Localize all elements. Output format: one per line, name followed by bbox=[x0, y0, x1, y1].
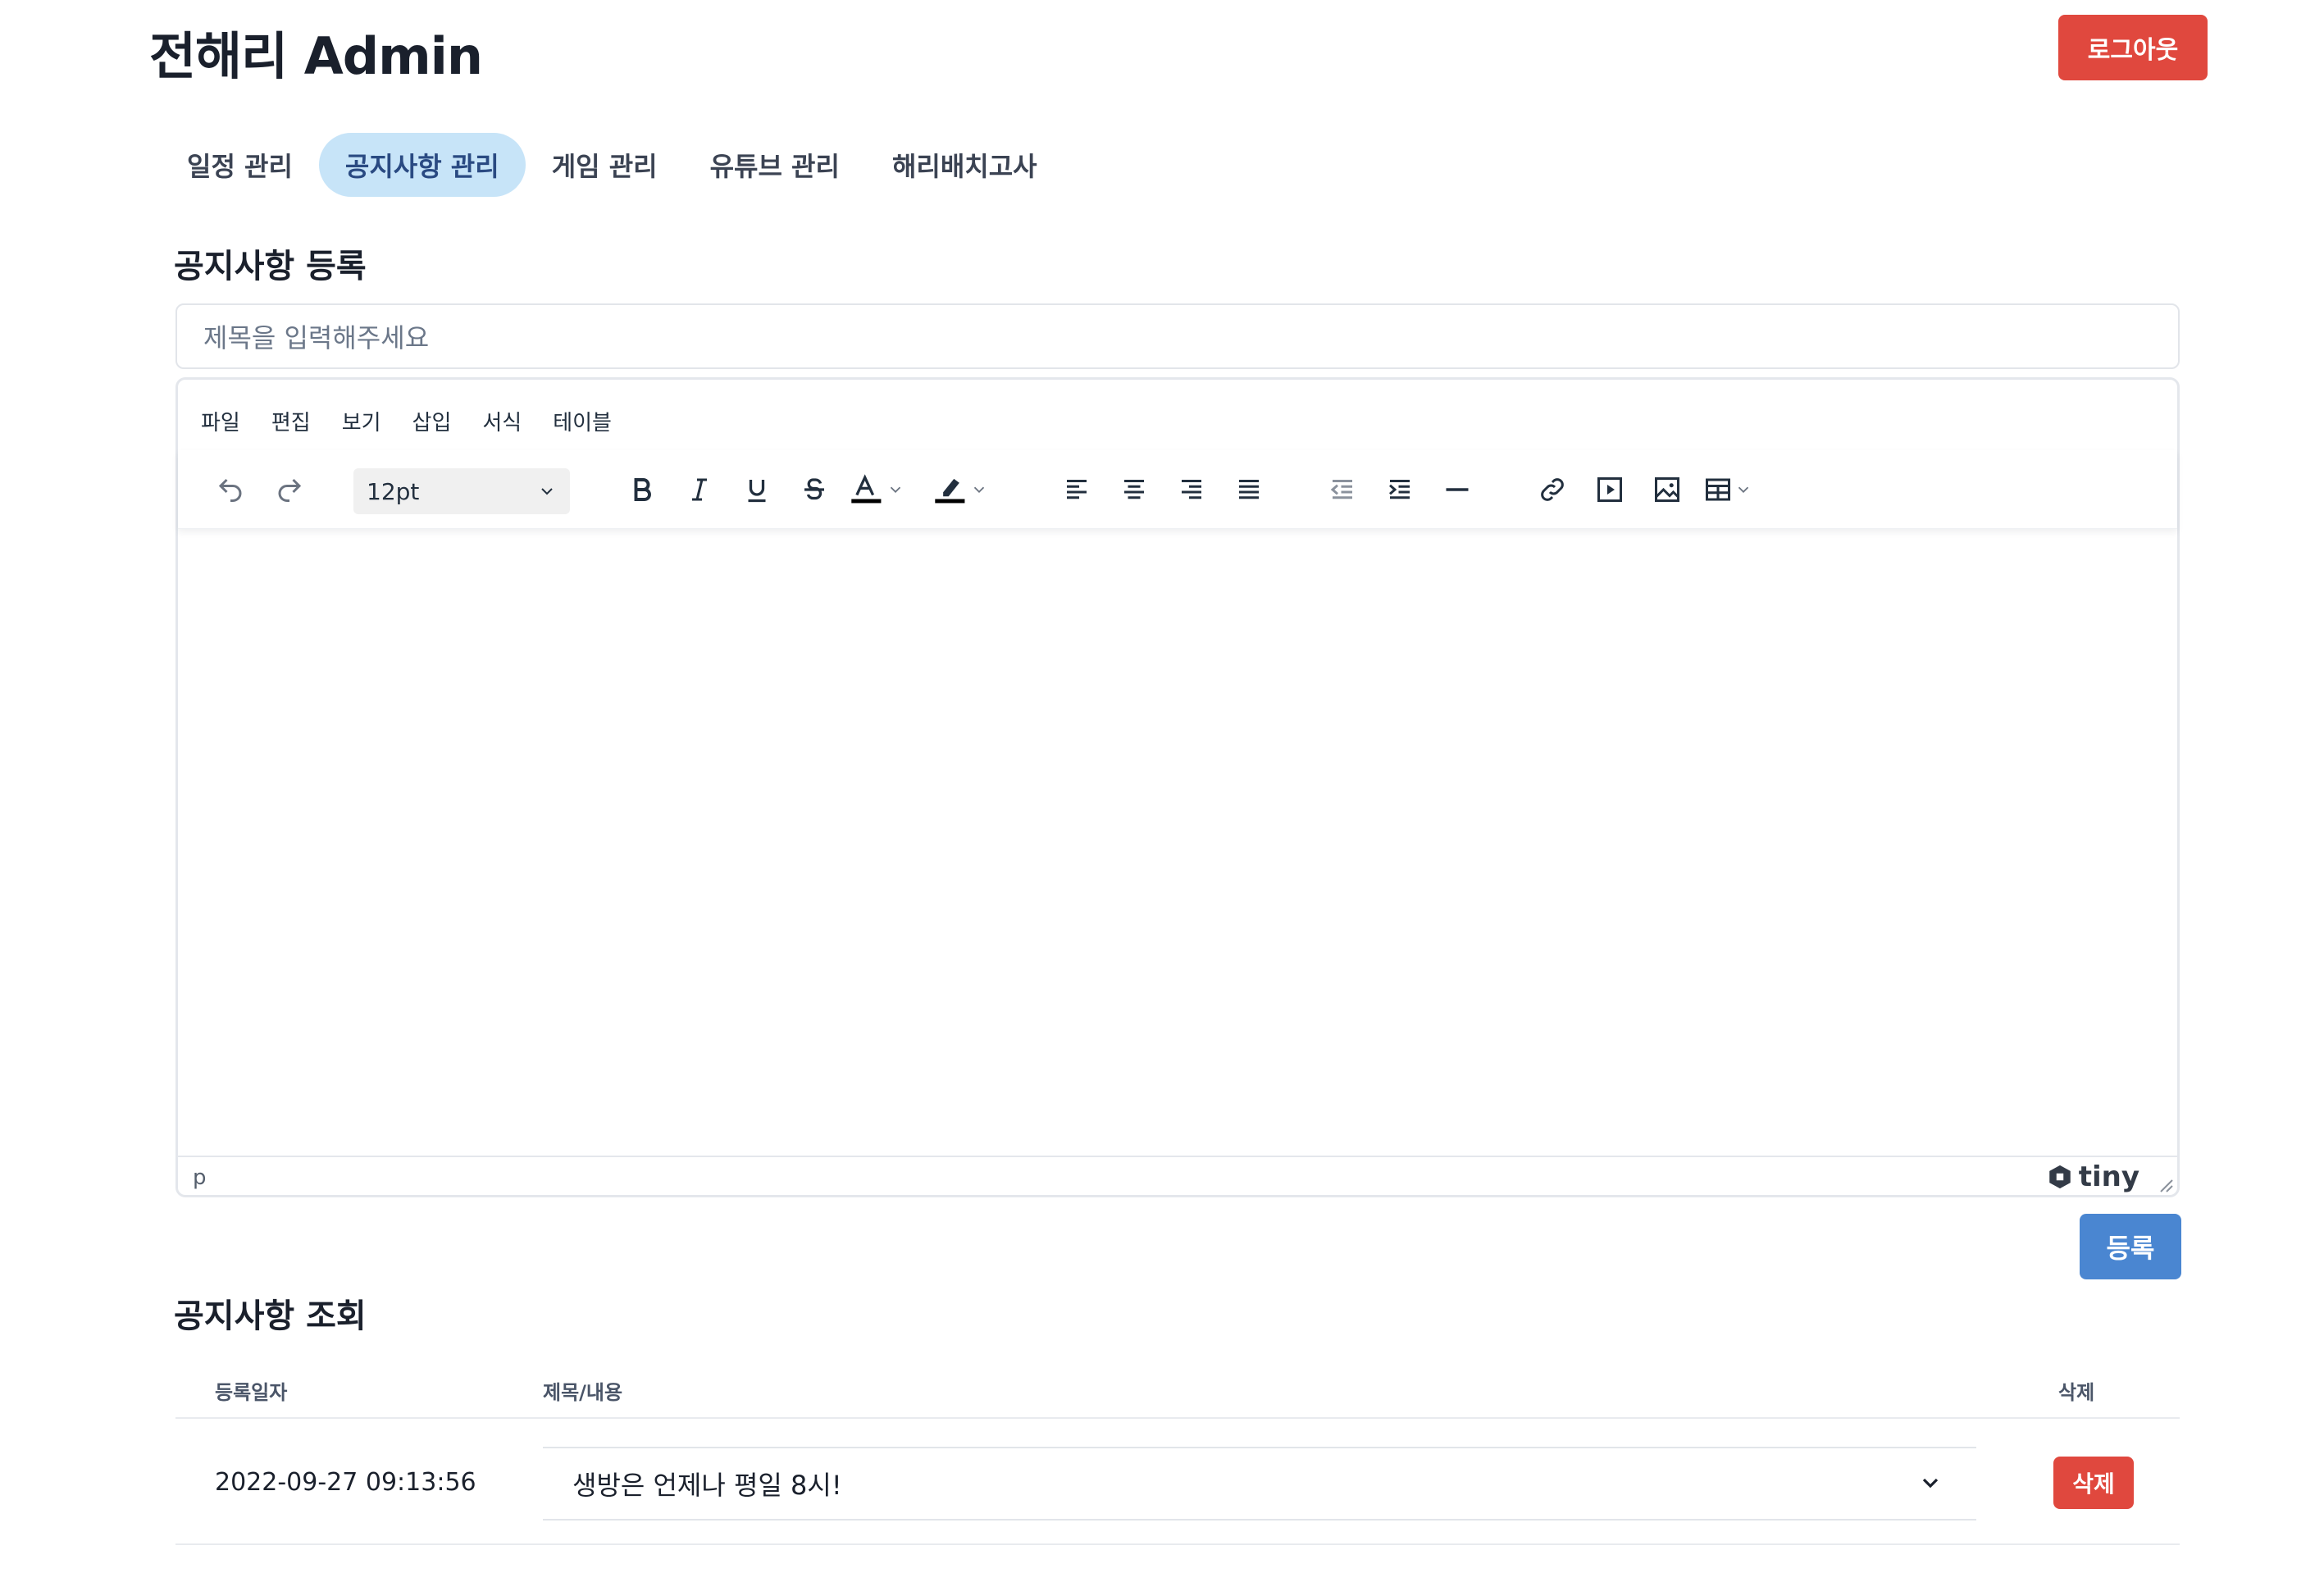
delete-button[interactable]: 삭제 bbox=[2053, 1457, 2134, 1509]
column-delete: 삭제 bbox=[2058, 1381, 2095, 1404]
menu-view[interactable]: 보기 bbox=[342, 406, 381, 436]
submit-button[interactable]: 등록 bbox=[2080, 1214, 2181, 1279]
italic-icon[interactable] bbox=[677, 465, 722, 514]
redo-icon[interactable] bbox=[268, 465, 311, 514]
align-left-icon[interactable] bbox=[1054, 465, 1100, 514]
link-icon[interactable] bbox=[1529, 465, 1575, 514]
menu-format[interactable]: 서식 bbox=[482, 406, 522, 436]
column-title: 제목/내용 bbox=[543, 1381, 623, 1404]
app-title: 전해리 Admin bbox=[149, 26, 483, 86]
underline-icon[interactable] bbox=[734, 465, 780, 514]
menu-table[interactable]: 테이블 bbox=[553, 406, 612, 436]
font-size-select[interactable]: 12pt bbox=[353, 468, 570, 514]
horizontal-rule-icon[interactable] bbox=[1434, 465, 1480, 514]
editor-toolbar: 12pt bbox=[178, 450, 2177, 529]
tab-notice[interactable]: 공지사항 관리 bbox=[318, 133, 526, 197]
chevron-down-icon bbox=[1922, 1478, 1939, 1489]
highlight-icon[interactable] bbox=[932, 465, 1008, 514]
outdent-icon[interactable] bbox=[1319, 465, 1365, 514]
tiny-brand-text: tiny bbox=[2078, 1160, 2139, 1193]
bold-icon[interactable] bbox=[619, 465, 665, 514]
list-section-title: 공지사항 조회 bbox=[174, 1297, 367, 1335]
align-justify-icon[interactable] bbox=[1226, 465, 1272, 514]
media-icon[interactable] bbox=[1587, 465, 1633, 514]
font-size-value: 12pt bbox=[367, 477, 420, 505]
column-date: 등록일자 bbox=[215, 1381, 288, 1404]
tab-game[interactable]: 게임 관리 bbox=[526, 133, 684, 197]
row-date: 2022-09-27 09:13:56 bbox=[215, 1468, 476, 1497]
table-row: 2022-09-27 09:13:56 생방은 언제나 평일 8시! 삭제 bbox=[175, 1420, 2180, 1545]
tab-schedule[interactable]: 일정 관리 bbox=[161, 133, 319, 197]
menu-edit[interactable]: 편집 bbox=[271, 406, 311, 436]
register-section-title: 공지사항 등록 bbox=[174, 248, 367, 285]
element-path[interactable]: p bbox=[193, 1165, 207, 1190]
editor-statusbar: p tiny bbox=[178, 1156, 2177, 1195]
chevron-down-icon bbox=[541, 488, 553, 495]
undo-icon[interactable] bbox=[209, 465, 252, 514]
notice-accordion[interactable]: 생방은 언제나 평일 8시! bbox=[543, 1447, 1976, 1521]
title-input[interactable]: 제목을 입력해주세요 bbox=[175, 303, 2180, 369]
editor-content-area[interactable] bbox=[178, 529, 2177, 1144]
table-icon[interactable] bbox=[1702, 465, 1767, 514]
editor-menubar: 파일 편집 보기 삽입 서식 테이블 bbox=[201, 401, 643, 440]
text-color-icon[interactable] bbox=[849, 465, 924, 514]
image-icon[interactable] bbox=[1644, 465, 1690, 514]
tiny-brand-icon bbox=[2048, 1165, 2071, 1189]
tab-placement-test[interactable]: 해리배치고사 bbox=[866, 133, 1064, 197]
indent-icon[interactable] bbox=[1377, 465, 1423, 514]
nav-tabs: 일정 관리 공지사항 관리 게임 관리 유튜브 관리 해리배치고사 bbox=[161, 133, 1064, 197]
tab-youtube[interactable]: 유튜브 관리 bbox=[684, 133, 866, 197]
align-center-icon[interactable] bbox=[1111, 465, 1157, 514]
align-right-icon[interactable] bbox=[1169, 465, 1214, 514]
notice-title: 생방은 언제나 평일 8시! bbox=[572, 1470, 842, 1501]
strikethrough-icon[interactable] bbox=[791, 465, 837, 514]
menu-insert[interactable]: 삽입 bbox=[412, 406, 452, 436]
rich-text-editor: 파일 편집 보기 삽입 서식 테이블 12pt p tiny bbox=[175, 377, 2180, 1197]
logout-button[interactable]: 로그아웃 bbox=[2058, 15, 2208, 80]
menu-file[interactable]: 파일 bbox=[201, 406, 240, 436]
resize-handle-icon[interactable] bbox=[2154, 1174, 2174, 1193]
tiny-logo[interactable]: tiny bbox=[2046, 1160, 2139, 1193]
table-header: 등록일자 제목/내용 삭제 bbox=[175, 1361, 2180, 1419]
